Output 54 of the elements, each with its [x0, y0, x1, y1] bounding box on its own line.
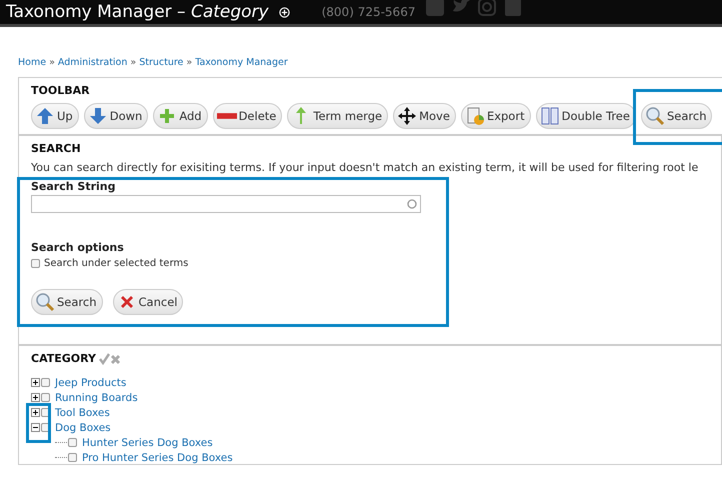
description-text: You can search directly for exisiting terms. If your input doesn't match an existing term, it will be used for filtering root le	[31, 161, 700, 174]
instagram-icon	[477, 0, 498, 17]
checkbox[interactable]	[31, 259, 40, 268]
breadcrumb-link[interactable]: Home	[18, 56, 46, 68]
term-link[interactable]: Running Boards	[55, 392, 138, 404]
breadcrumb-separator: »	[49, 56, 55, 68]
term-link[interactable]: Dog Boxes	[55, 422, 111, 434]
term-link[interactable]: Jeep Products	[55, 376, 126, 388]
checkbox[interactable]	[68, 453, 77, 462]
toolbar-button[interactable]: Up	[31, 103, 79, 129]
breadcrumb-link[interactable]: Structure	[139, 56, 184, 68]
plus-toggle-icon[interactable]	[31, 378, 40, 387]
columns-icon	[540, 106, 560, 126]
checkbox[interactable]	[68, 438, 77, 447]
panel-legend: CATEGORY	[31, 352, 96, 365]
toolbar-button[interactable]: Search	[640, 103, 712, 129]
breadcrumb-separator: »	[130, 56, 136, 68]
search-field[interactable]	[31, 195, 421, 213]
panel-legend: TOOLBAR	[31, 82, 712, 103]
panel-legend: SEARCH	[31, 140, 709, 161]
toolbar-button[interactable]: Down	[84, 103, 148, 129]
toolbar-button[interactable]: Add	[153, 103, 208, 129]
plus-toggle-icon[interactable]	[31, 393, 40, 402]
page-title: Taxonomy Manager – Category	[6, 2, 269, 22]
breadcrumb-link[interactable]: Administration	[58, 56, 128, 68]
checkbox[interactable]	[41, 378, 50, 387]
toolbar-button[interactable]: Delete	[212, 103, 282, 129]
search-button[interactable]: Search	[31, 289, 103, 315]
toolbar-button[interactable]: Term merge	[287, 103, 388, 129]
arrow-up-icon	[35, 106, 55, 126]
toolbar-button[interactable]: Export	[460, 103, 531, 129]
minus-toggle-icon[interactable]	[31, 423, 40, 432]
field-label: Search String	[31, 180, 116, 193]
breadcrumb-link[interactable]: Taxonomy Manager	[195, 56, 288, 68]
term-link[interactable]: Tool Boxes	[55, 406, 110, 418]
arrow-down-icon	[88, 106, 108, 126]
checkbox-label: Search under selected terms	[44, 258, 188, 269]
plus-toggle-icon[interactable]	[31, 408, 40, 417]
toolbar-button[interactable]: Move	[393, 103, 456, 129]
check-cross-icon	[98, 352, 121, 364]
phone-number: (800) 725-5667	[322, 5, 416, 19]
term-link[interactable]: Pro Hunter Series Dog Boxes	[82, 452, 233, 464]
toolbar-button[interactable]: Double Tree	[536, 103, 636, 129]
spinner-icon	[407, 199, 417, 209]
checkbox[interactable]	[41, 393, 50, 402]
search-icon	[644, 106, 665, 126]
options-label: Search options	[31, 241, 125, 254]
plus-circle-icon	[278, 6, 290, 18]
search-icon	[35, 292, 55, 312]
document-chart-icon	[464, 106, 485, 126]
move-arrows-icon	[397, 106, 418, 126]
breadcrumb-separator: »	[186, 56, 192, 68]
term-link[interactable]: Hunter Series Dog Boxes	[82, 436, 213, 448]
cancel-button[interactable]: Cancel	[112, 289, 184, 315]
